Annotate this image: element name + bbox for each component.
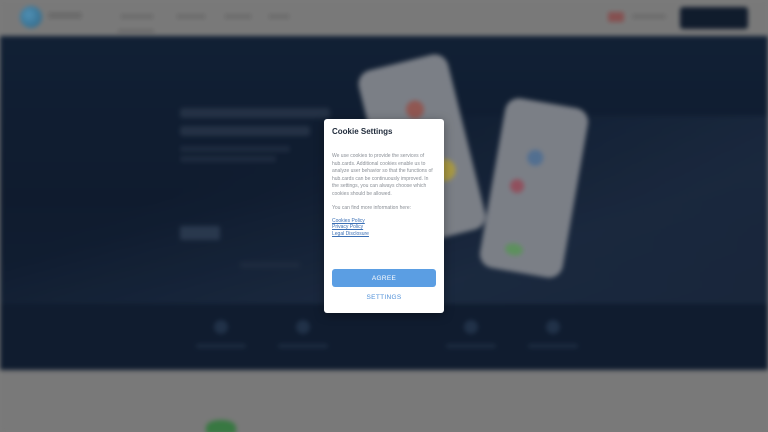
legal-disclosure-link[interactable]: Legal Disclosure [332,231,436,238]
cookie-settings-modal: Cookie Settings We use cookies to provid… [324,119,444,313]
modal-title: Cookie Settings [332,127,393,136]
more-info-text: You can find more information here: [332,204,412,211]
privacy-policy-link[interactable]: Privacy Policy [332,224,436,231]
agree-button[interactable]: AGREE [332,269,436,287]
policy-links: Cookies Policy Privacy Policy Legal Disc… [332,218,436,238]
modal-description: We use cookies to provide the services o… [332,153,433,197]
cookies-policy-link[interactable]: Cookies Policy [332,218,436,225]
settings-button[interactable]: SETTINGS [332,291,436,303]
